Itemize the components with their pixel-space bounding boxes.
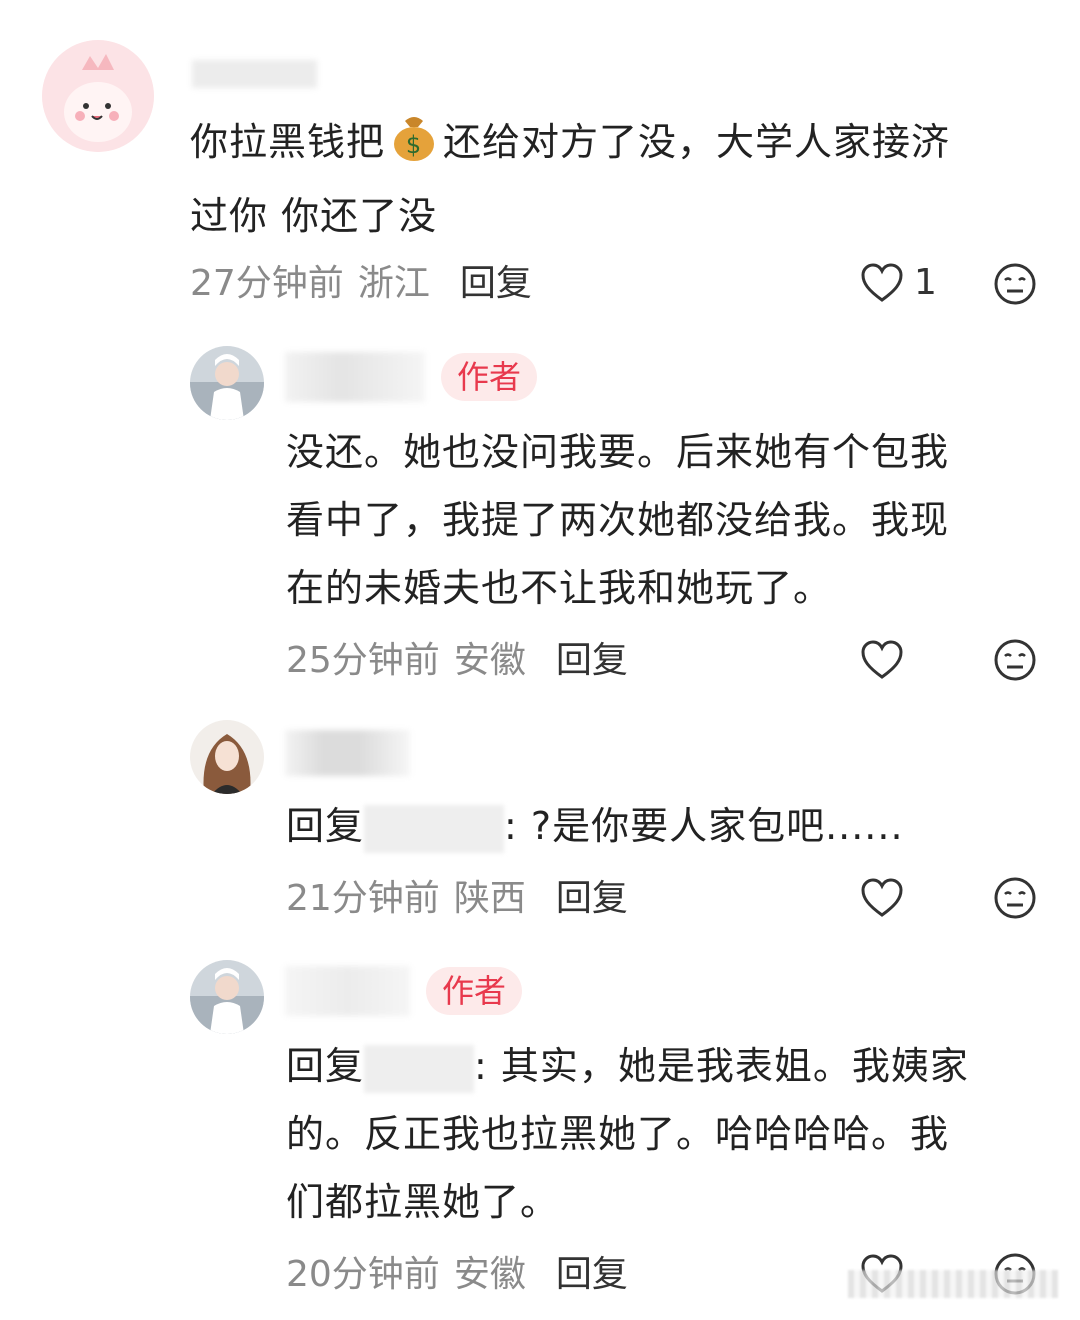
avatar[interactable]	[190, 346, 264, 420]
avatar[interactable]	[190, 720, 264, 794]
svg-text:$: $	[406, 131, 422, 159]
like-button[interactable]	[860, 878, 904, 918]
username-row: 作者	[285, 352, 538, 402]
meh-face-icon	[994, 263, 1036, 305]
timestamp: 21分钟前	[286, 878, 440, 919]
masked-username[interactable]	[364, 804, 505, 853]
region: 浙江	[357, 263, 430, 304]
timestamp: 25分钟前	[286, 640, 440, 681]
region: 陕西	[453, 878, 526, 919]
username-row: 作者	[285, 966, 523, 1016]
username[interactable]	[285, 966, 410, 1016]
heart-icon	[861, 640, 903, 679]
dislike-button[interactable]	[993, 876, 1037, 924]
watermark	[848, 1270, 1058, 1298]
dislike-button[interactable]	[993, 262, 1037, 310]
meh-face-icon	[994, 639, 1036, 681]
money-bag-icon: $	[391, 113, 437, 182]
username[interactable]	[285, 730, 410, 776]
dislike-button[interactable]	[993, 638, 1037, 686]
username[interactable]	[285, 352, 425, 402]
comment-meta: 20分钟前 安徽 回复	[286, 1246, 628, 1296]
timestamp: 27分钟前	[190, 263, 344, 304]
heart-icon	[861, 878, 903, 917]
comment-meta: 21分钟前 陕西 回复	[286, 870, 628, 920]
reply-prefix: 回复	[286, 1044, 365, 1088]
reply-button[interactable]: 回复	[460, 254, 532, 306]
timestamp: 20分钟前	[286, 1254, 440, 1295]
like-count: 1	[914, 262, 937, 303]
like-button[interactable]: 1	[860, 262, 937, 303]
username[interactable]	[192, 60, 317, 88]
reply-prefix: 回复	[286, 804, 365, 848]
reply-button[interactable]: 回复	[556, 631, 628, 683]
comment-meta: 27分钟前 浙江 回复	[190, 255, 532, 305]
comment-text: 回复: ?是你要人家包吧......	[286, 792, 1046, 860]
masked-username[interactable]	[364, 1044, 475, 1093]
comment-text: 没还。她也没问我要。后来她有个包我 看中了，我提了两次她都没给我。我现 在的未婚…	[286, 430, 950, 610]
author-badge: 作者	[426, 967, 523, 1015]
reply-button[interactable]: 回复	[556, 869, 628, 921]
comment-meta: 25分钟前 安徽 回复	[286, 632, 628, 682]
avatar[interactable]	[42, 40, 154, 152]
like-button[interactable]	[860, 640, 904, 680]
heart-icon	[861, 262, 903, 302]
meh-face-icon	[994, 877, 1036, 919]
author-badge: 作者	[441, 353, 538, 401]
comment-text: 回复: 其实，她是我表姐。我姨家 的。反正我也拉黑她了。哈哈哈哈。我 们都拉黑她…	[286, 1044, 969, 1224]
region: 安徽	[453, 1254, 526, 1295]
avatar[interactable]	[190, 960, 264, 1034]
comment-text: 你拉黑钱把 $ 还给对方了没，大学人家接济 过你 你还了没	[190, 108, 1050, 250]
region: 安徽	[453, 640, 526, 681]
reply-button[interactable]: 回复	[556, 1245, 628, 1297]
